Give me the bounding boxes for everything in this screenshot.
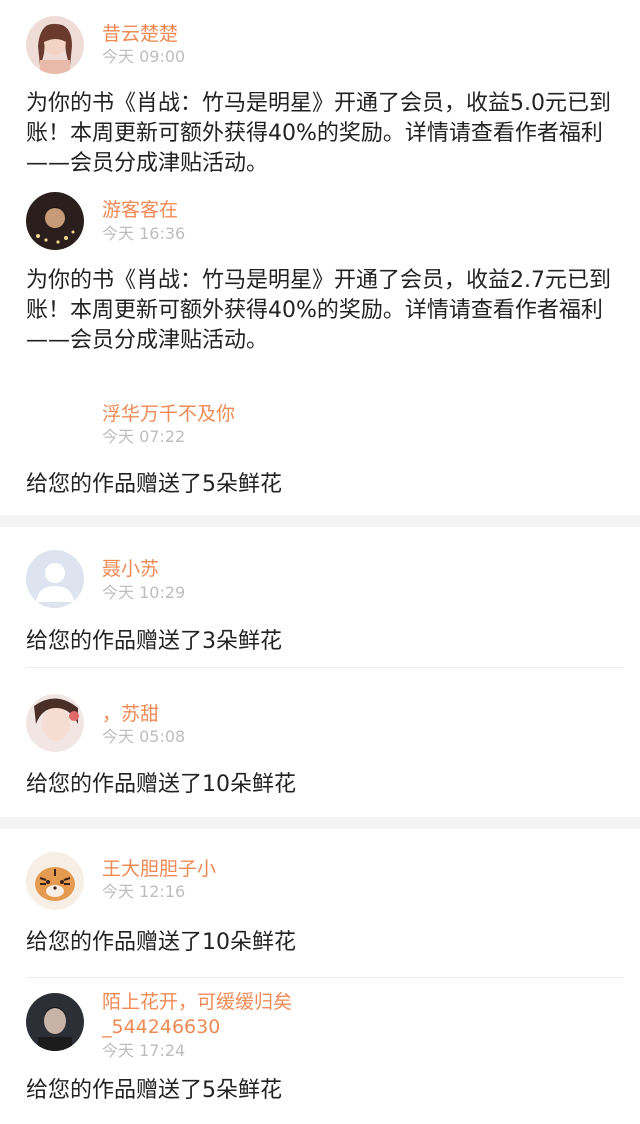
username[interactable]: 浮华万千不及你 <box>102 402 235 426</box>
default-avatar-icon <box>26 550 84 608</box>
message-text: 给您的作品赠送了5朵鲜花 <box>26 1078 282 1103</box>
message-item: 聂小苏 今天 10:29 给您的作品赠送了3朵鲜花 <box>0 540 640 665</box>
timestamp: 今天 12:16 <box>102 882 186 901</box>
user-photo-icon <box>26 16 84 74</box>
message-item: 王大胆胆子小 今天 12:16 给您的作品赠送了10朵鲜花 <box>0 840 640 975</box>
username[interactable]: 游客客在 <box>102 198 178 222</box>
message-text: 为你的书《肖战：竹马是明星》开通了会员，收益5.0元已到账！本周更新可额外获得4… <box>26 91 611 176</box>
tiger-icon <box>26 852 84 910</box>
message-text: 给您的作品赠送了10朵鲜花 <box>26 772 296 797</box>
user-photo-icon <box>26 993 84 1051</box>
message-text: 给您的作品赠送了10朵鲜花 <box>26 930 296 955</box>
section-divider <box>0 515 640 527</box>
username[interactable]: 聂小苏 <box>102 557 159 581</box>
timestamp: 今天 10:29 <box>102 583 186 602</box>
username[interactable]: ，苏甜 <box>102 702 159 726</box>
username[interactable]: 陌上花开，可缓缓归矣 <box>102 990 292 1014</box>
message-item: 陌上花开，可缓缓归矣 _544246630 今天 17:24 给您的作品赠送了5… <box>0 985 640 1124</box>
timestamp: 今天 09:00 <box>102 47 186 66</box>
message-text: 给您的作品赠送了3朵鲜花 <box>26 629 282 654</box>
avatar[interactable] <box>26 550 84 608</box>
timestamp: 今天 17:24 <box>102 1041 186 1060</box>
section-divider <box>0 817 640 829</box>
user-photo-icon <box>26 192 84 250</box>
message-item: ，苏甜 今天 05:08 给您的作品赠送了10朵鲜花 <box>0 680 640 810</box>
timestamp: 今天 07:22 <box>102 427 186 446</box>
timestamp: 今天 16:36 <box>102 224 186 243</box>
avatar[interactable] <box>26 852 84 910</box>
timestamp: 今天 05:08 <box>102 727 186 746</box>
avatar[interactable] <box>26 993 84 1051</box>
message-item: 游客客在 今天 16:36 为你的书《肖战：竹马是明星》开通了会员，收益2.7元… <box>0 190 640 370</box>
divider <box>26 977 624 978</box>
avatar[interactable] <box>26 694 84 752</box>
user-photo-icon <box>26 694 84 752</box>
divider <box>26 667 624 668</box>
message-text: 给您的作品赠送了5朵鲜花 <box>26 472 282 497</box>
avatar[interactable] <box>26 16 84 74</box>
avatar[interactable] <box>26 192 84 250</box>
username-continued[interactable]: _544246630 <box>102 1015 220 1039</box>
message-item: 浮华万千不及你 今天 07:22 给您的作品赠送了5朵鲜花 <box>0 390 640 510</box>
username[interactable]: 昔云楚楚 <box>102 22 178 46</box>
message-text: 为你的书《肖战：竹马是明星》开通了会员，收益2.7元已到账！本周更新可额外获得4… <box>26 268 611 353</box>
username[interactable]: 王大胆胆子小 <box>102 857 216 881</box>
message-item: 昔云楚楚 今天 09:00 为你的书《肖战：竹马是明星》开通了会员，收益5.0元… <box>0 0 640 190</box>
